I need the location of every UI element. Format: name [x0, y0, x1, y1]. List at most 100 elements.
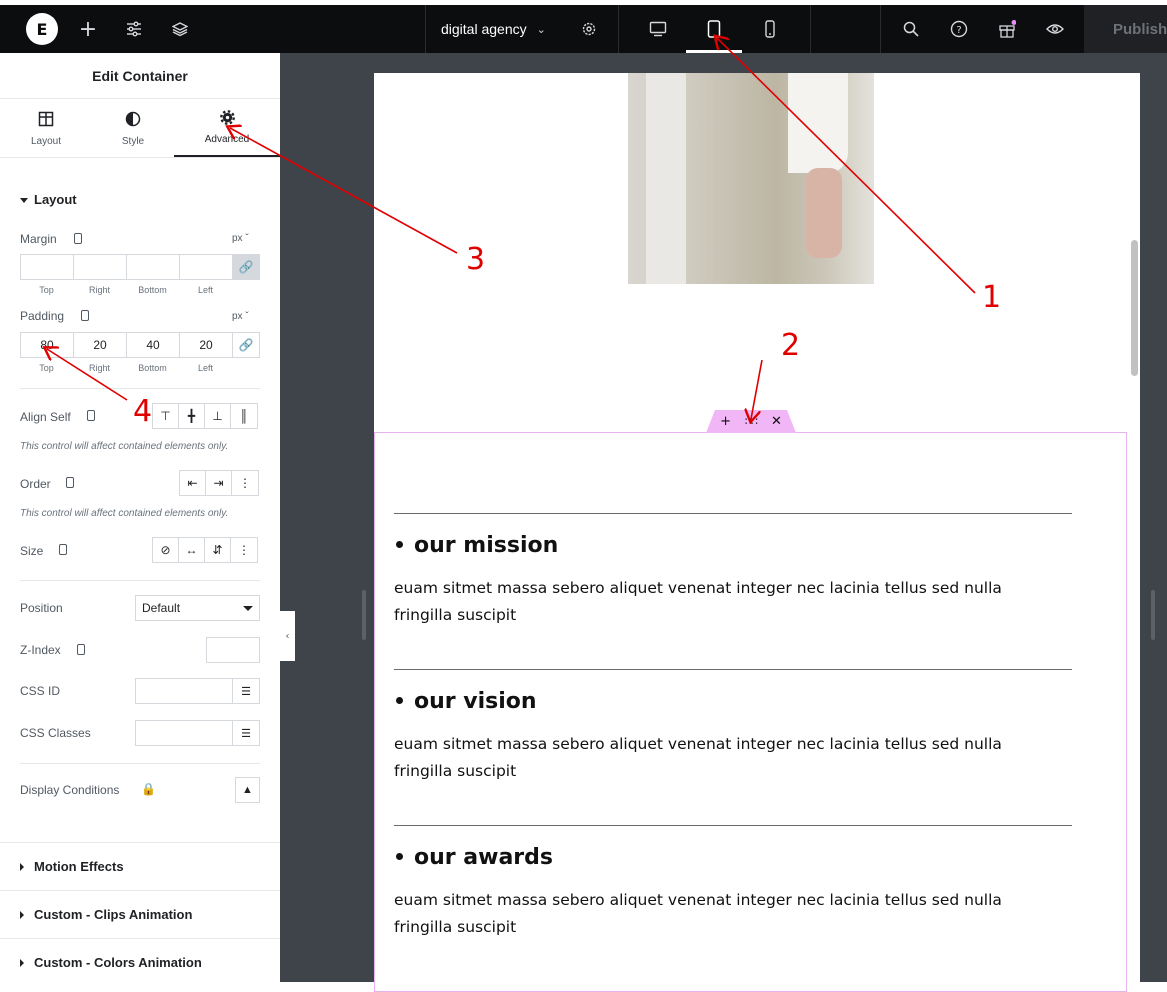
colors-animation-accordion[interactable]: Custom - Colors Animation: [0, 938, 280, 982]
section-text[interactable]: euam sitmet massa sebero aliquet venenat…: [394, 731, 1064, 785]
hero-image[interactable]: [628, 73, 874, 284]
chevron-down-icon: ⌄: [536, 23, 546, 36]
css-id-label: CSS ID: [20, 684, 61, 698]
align-stretch-icon[interactable]: ║: [231, 404, 257, 428]
margin-bottom-input[interactable]: [126, 254, 179, 280]
margin-top-input[interactable]: [20, 254, 73, 280]
container-handle[interactable]: + ∷∷ ✕: [706, 410, 796, 433]
layout-section-toggle[interactable]: Layout: [20, 192, 77, 207]
dynamic-tags-icon[interactable]: ☰: [232, 678, 260, 704]
divider: [425, 5, 426, 53]
order-first-icon[interactable]: ⇤: [180, 471, 206, 495]
responsive-tablet-icon[interactable]: [59, 544, 67, 555]
responsive-tablet-icon[interactable]: [81, 310, 89, 321]
more-options-icon[interactable]: ⋮: [231, 538, 257, 562]
unit-value: px: [232, 233, 243, 244]
clips-animation-accordion[interactable]: Custom - Clips Animation: [0, 890, 280, 938]
link-icon[interactable]: 🔗: [232, 332, 260, 358]
motion-effects-accordion[interactable]: Motion Effects: [0, 842, 280, 890]
site-name: digital agency: [441, 21, 527, 37]
resize-handle-right[interactable]: [1151, 590, 1155, 640]
annotation-label-1: 1: [982, 280, 1002, 315]
z-index-input[interactable]: [206, 637, 260, 663]
tablet-icon[interactable]: [700, 5, 728, 53]
tab-label: Style: [121, 136, 145, 147]
publish-button[interactable]: Publish: [1084, 5, 1167, 53]
accordion-title: Custom - Colors Animation: [34, 955, 202, 970]
tab-advanced[interactable]: Advanced: [174, 100, 280, 158]
margin-unit-select[interactable]: px ˇ: [232, 233, 249, 244]
align-end-icon[interactable]: ⊥: [205, 404, 231, 428]
elementor-logo-icon[interactable]: E: [26, 13, 58, 45]
add-icon[interactable]: +: [720, 414, 731, 429]
mobile-icon[interactable]: [756, 5, 784, 53]
position-label: Position: [20, 601, 63, 615]
dynamic-tags-icon[interactable]: ☰: [232, 720, 260, 746]
size-shrink-icon[interactable]: ⇵: [205, 538, 231, 562]
padding-label: Padding: [20, 309, 65, 323]
caret-down-icon: [20, 198, 28, 204]
resize-handle-left[interactable]: [362, 590, 366, 640]
close-icon[interactable]: ✕: [771, 414, 782, 429]
position-value: Default: [142, 601, 181, 615]
help-icon[interactable]: ?: [945, 5, 973, 53]
site-name-dropdown[interactable]: digital agency ⌄: [441, 5, 546, 53]
padding-bottom-input[interactable]: 40: [126, 332, 179, 358]
caret-down-icon: [243, 606, 253, 611]
tab-layout[interactable]: Layout: [0, 100, 92, 158]
tab-style[interactable]: Style: [87, 100, 179, 158]
align-center-icon[interactable]: ╋: [179, 404, 205, 428]
section-heading[interactable]: our awards: [394, 845, 553, 870]
responsive-tablet-icon[interactable]: [66, 477, 74, 488]
padding-top-input[interactable]: 80: [20, 332, 73, 358]
css-id-input[interactable]: [135, 678, 233, 704]
eye-icon[interactable]: [1041, 5, 1069, 53]
link-icon[interactable]: 🔗: [232, 254, 260, 280]
position-select[interactable]: Default: [135, 595, 260, 621]
divider-line: [394, 669, 1072, 670]
section-title: Layout: [34, 192, 77, 207]
section-heading[interactable]: our mission: [394, 533, 558, 558]
z-index-label: Z-Index: [20, 643, 61, 657]
align-self-label: Align Self: [20, 410, 71, 424]
align-start-icon[interactable]: ⊤: [153, 404, 179, 428]
section-text[interactable]: euam sitmet massa sebero aliquet venenat…: [394, 575, 1064, 629]
tabs-divider: [0, 157, 280, 158]
collapse-panel-button[interactable]: ‹: [280, 611, 295, 661]
add-icon[interactable]: +: [74, 5, 102, 53]
sitemap-icon[interactable]: ▲: [235, 777, 260, 803]
section-heading[interactable]: our vision: [394, 689, 537, 714]
padding-left-input[interactable]: 20: [179, 332, 232, 358]
edit-panel: Edit Container Layout Style Advanced Lay…: [0, 53, 280, 982]
margin-left-input[interactable]: [179, 254, 232, 280]
side-label: Bottom: [138, 363, 167, 373]
responsive-tablet-icon[interactable]: [74, 233, 82, 244]
layers-icon[interactable]: [166, 5, 194, 53]
caret-right-icon: [20, 958, 24, 967]
margin-right-input[interactable]: [73, 254, 126, 280]
svg-text:?: ?: [956, 25, 961, 36]
section-text[interactable]: euam sitmet massa sebero aliquet venenat…: [394, 887, 1064, 941]
more-options-icon[interactable]: ⋮: [232, 471, 258, 495]
padding-unit-select[interactable]: px ˇ: [232, 311, 249, 322]
search-icon[interactable]: [897, 5, 925, 53]
css-classes-input[interactable]: [135, 720, 233, 746]
canvas-scrollbar[interactable]: [1131, 240, 1138, 376]
settings-sliders-icon[interactable]: [120, 5, 148, 53]
responsive-tablet-icon[interactable]: [87, 410, 95, 421]
desktop-icon[interactable]: [644, 5, 672, 53]
side-label: Top: [39, 285, 54, 295]
size-grow-icon[interactable]: ↔: [179, 538, 205, 562]
gear-icon[interactable]: [575, 5, 603, 53]
order-last-icon[interactable]: ⇥: [206, 471, 232, 495]
gift-icon[interactable]: [993, 5, 1021, 53]
divider: [810, 5, 811, 53]
drag-handle-icon[interactable]: ∷∷: [745, 415, 758, 428]
panel-title: Edit Container: [0, 53, 280, 99]
size-none-icon[interactable]: ⊘: [153, 538, 179, 562]
size-buttons: ⊘ ↔ ⇵ ⋮: [152, 537, 258, 563]
padding-right-input[interactable]: 20: [73, 332, 126, 358]
accordion-title: Motion Effects: [34, 859, 124, 874]
help-note: This control will affect contained eleme…: [20, 441, 229, 452]
responsive-tablet-icon[interactable]: [77, 644, 85, 655]
